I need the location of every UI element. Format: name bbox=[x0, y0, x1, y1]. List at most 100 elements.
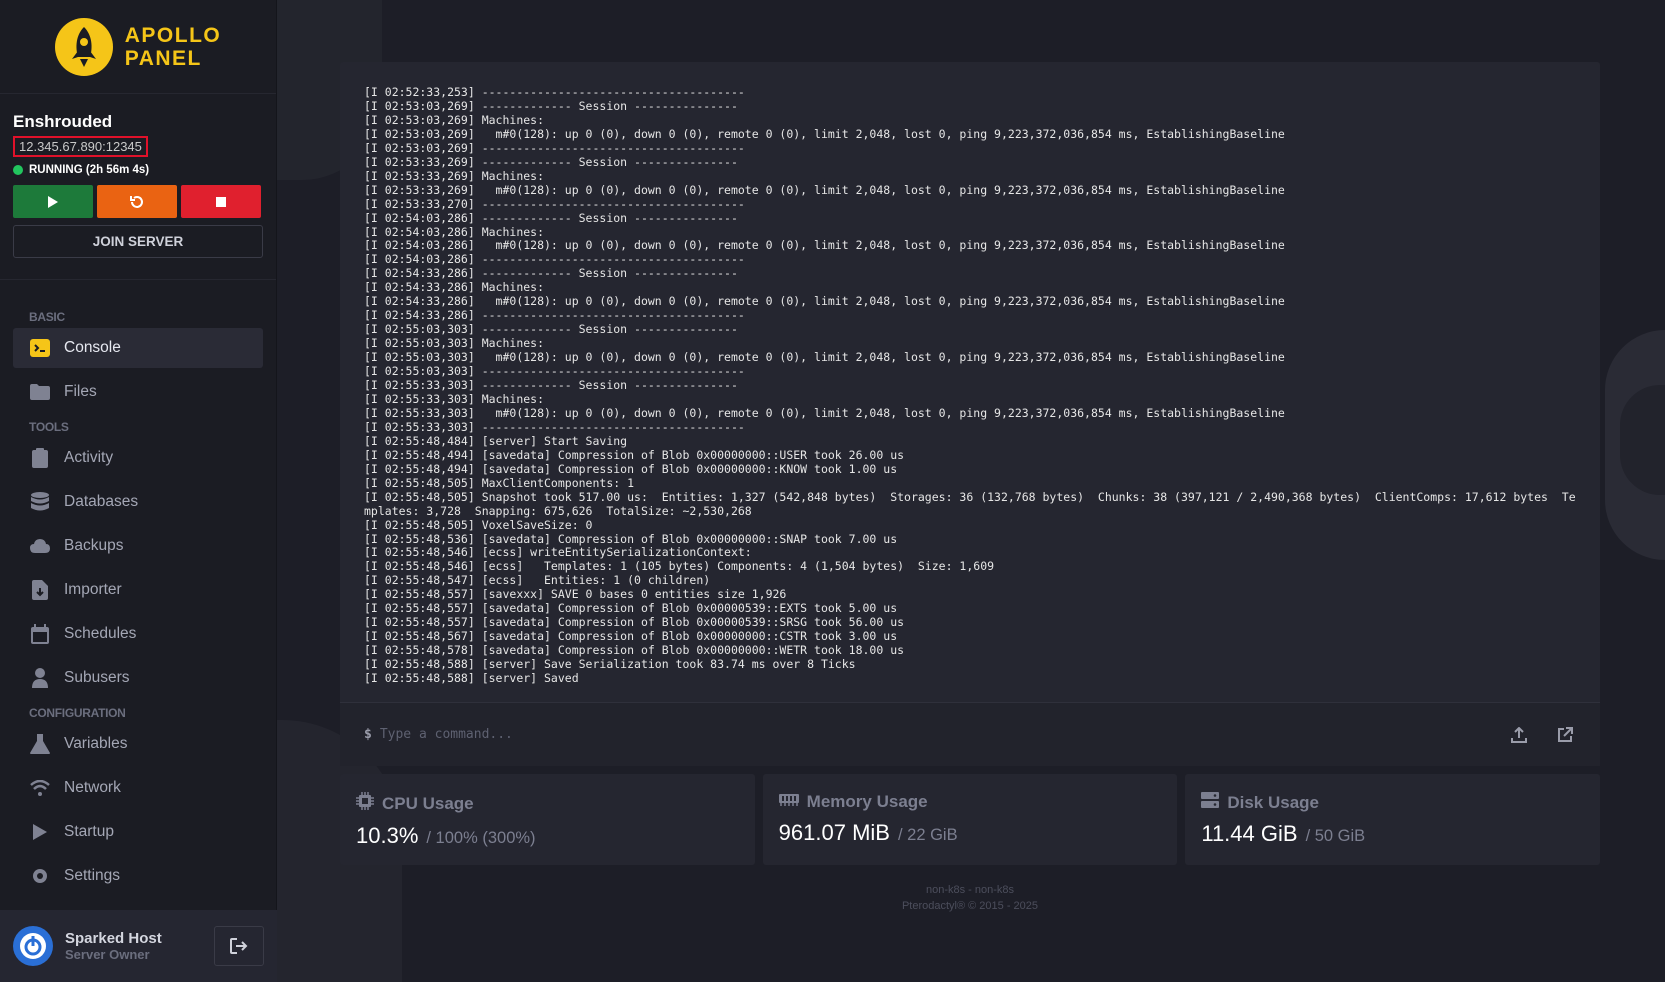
command-prompt: $ bbox=[364, 727, 372, 742]
gear-icon bbox=[30, 866, 50, 886]
sidebar-item-databases[interactable]: Databases bbox=[13, 482, 263, 522]
console-line: [I 02:54:03,286] -----------------------… bbox=[364, 252, 745, 267]
footer-line-1: non-k8s - non-k8s bbox=[925, 884, 1015, 896]
console-line: [I 02:52:33,253] -----------------------… bbox=[364, 85, 745, 99]
sidebar: APOLLO PANEL Enshrouded 12.345.67.890:12… bbox=[0, 0, 277, 982]
sidebar-item-label: Subusers bbox=[64, 669, 130, 686]
resource-stats: CPU Usage 10.3% / 100% (300%) Memory Usa… bbox=[340, 774, 1601, 865]
sidebar-item-startup[interactable]: Startup bbox=[13, 812, 263, 852]
brand-line-2: PANEL bbox=[124, 46, 202, 70]
memory-icon bbox=[778, 792, 799, 812]
restart-button[interactable] bbox=[97, 185, 177, 218]
sidebar-item-network[interactable]: Network bbox=[13, 768, 263, 808]
status-dot-icon bbox=[13, 165, 23, 175]
cpu-icon bbox=[356, 792, 374, 815]
user-info: Sparked Host Server Owner bbox=[65, 930, 162, 962]
sidebar-item-settings[interactable]: Settings bbox=[13, 856, 263, 896]
console-line: [I 02:53:03,269] ------------- Session -… bbox=[364, 98, 738, 113]
console-line: [I 02:55:03,303] -----------------------… bbox=[364, 364, 745, 379]
console-line: [I 02:55:48,505] Snapshot took 517.00 us… bbox=[364, 489, 1576, 518]
nav-section-tools: TOOLS bbox=[29, 420, 69, 434]
logout-button[interactable] bbox=[214, 926, 264, 966]
sidebar-item-backups[interactable]: Backups bbox=[13, 526, 263, 566]
sidebar-item-importer[interactable]: Importer bbox=[13, 570, 263, 610]
console-line: [I 02:55:33,303] -----------------------… bbox=[364, 419, 745, 434]
console-line: [I 02:55:33,303] ------------- Session -… bbox=[364, 378, 738, 393]
server-address[interactable]: 12.345.67.890:12345 bbox=[13, 136, 148, 157]
disk-usage-card: Disk Usage 11.44 GiB / 50 GiB bbox=[1185, 774, 1601, 865]
power-controls bbox=[13, 185, 263, 218]
command-input[interactable] bbox=[379, 727, 1484, 742]
logout-icon bbox=[230, 938, 248, 954]
stat-header: Disk Usage bbox=[1201, 792, 1584, 813]
file-import-icon bbox=[30, 580, 50, 600]
console-line: [I 02:55:33,303] Machines: bbox=[364, 391, 545, 406]
server-name: Enshrouded bbox=[13, 112, 113, 131]
server-info: Enshrouded 12.345.67.890:12345 RUNNING (… bbox=[0, 94, 276, 280]
stat-label: CPU Usage bbox=[382, 793, 474, 813]
sidebar-item-label: Schedules bbox=[64, 625, 137, 642]
console-line: [I 02:55:48,557] [savexxx] SAVE 0 bases … bbox=[364, 587, 787, 602]
cpu-usage-value: 10.3% bbox=[356, 823, 419, 848]
user-name: Sparked Host bbox=[65, 930, 162, 947]
console-line: [I 02:53:03,269] Machines: bbox=[364, 112, 545, 127]
upload-icon[interactable] bbox=[1508, 724, 1530, 746]
sidebar-item-schedules[interactable]: Schedules bbox=[13, 614, 263, 654]
user-icon bbox=[30, 668, 50, 688]
hard-drive-icon bbox=[1201, 792, 1220, 813]
console-line: [I 02:55:48,557] [savedata] Compression … bbox=[364, 615, 905, 630]
server-status-text: RUNNING (2h 56m 4s) bbox=[29, 164, 150, 176]
sidebar-item-label: Backups bbox=[64, 537, 124, 554]
console-line: [I 02:55:48,505] VoxelSaveSize: 0 bbox=[364, 517, 593, 532]
console-line: [I 02:54:33,286] ------------- Session -… bbox=[364, 266, 738, 281]
command-bar: $ bbox=[340, 702, 1600, 766]
sidebar-item-files[interactable]: Files bbox=[13, 372, 263, 412]
console-line: [I 02:55:48,567] [savedata] Compression … bbox=[364, 629, 898, 644]
play-icon bbox=[30, 822, 50, 842]
avatar[interactable] bbox=[13, 926, 53, 966]
sidebar-item-activity[interactable]: Activity bbox=[13, 438, 263, 478]
console-line: [I 02:55:48,557] [savedata] Compression … bbox=[364, 601, 898, 616]
console-line: [I 02:54:33,286] Machines: bbox=[364, 280, 545, 295]
nav-section-configuration: CONFIGURATION bbox=[29, 706, 126, 720]
external-link-icon[interactable] bbox=[1554, 724, 1576, 746]
console-line: [I 02:55:48,547] [ecss] Entities: 1 (0 c… bbox=[364, 573, 711, 588]
console-log: [I 02:52:33,253] -----------------------… bbox=[340, 62, 1600, 686]
sidebar-item-label: Activity bbox=[64, 449, 114, 466]
start-button[interactable] bbox=[13, 185, 93, 218]
sidebar-item-console[interactable]: Console bbox=[13, 328, 263, 368]
power-icon bbox=[20, 933, 46, 959]
console-line: [I 02:55:48,505] MaxClientComponents: 1 bbox=[364, 475, 635, 490]
server-status: RUNNING (2h 56m 4s) bbox=[13, 164, 263, 176]
clipboard-icon bbox=[30, 448, 50, 468]
memory-usage-card: Memory Usage 961.07 MiB / 22 GiB bbox=[762, 774, 1178, 865]
console-line: [I 02:55:33,303] m#0(128): up 0 (0), dow… bbox=[364, 405, 1285, 420]
sidebar-item-subusers[interactable]: Subusers bbox=[13, 658, 263, 698]
user-role: Server Owner bbox=[65, 947, 150, 962]
restart-icon bbox=[130, 195, 143, 208]
disk-usage-value: 11.44 GiB bbox=[1201, 821, 1298, 846]
brand[interactable]: APOLLO PANEL bbox=[0, 0, 276, 94]
console-line: [I 02:55:03,303] ------------- Session -… bbox=[364, 322, 738, 337]
calendar-icon bbox=[30, 624, 50, 644]
sidebar-item-variables[interactable]: Variables bbox=[13, 724, 263, 764]
play-icon bbox=[48, 195, 58, 208]
console-output[interactable]: [I 02:52:33,253] -----------------------… bbox=[340, 62, 1600, 702]
console-line: [I 02:55:48,588] [server] Saved bbox=[364, 671, 579, 686]
console-line: [I 02:55:48,546] [ecss] Templates: 1 (10… bbox=[364, 559, 995, 574]
join-server-button[interactable]: JOIN SERVER bbox=[13, 225, 263, 258]
console-line: [I 02:53:33,269] m#0(128): up 0 (0), dow… bbox=[364, 182, 1285, 197]
stop-button[interactable] bbox=[181, 185, 261, 218]
stat-label: Memory Usage bbox=[806, 792, 928, 811]
folder-icon bbox=[30, 382, 50, 402]
sidebar-item-label: Network bbox=[64, 779, 121, 796]
console-line: [I 02:55:48,484] [server] Start Saving bbox=[364, 433, 628, 448]
cpu-usage-limit: / 100% (300%) bbox=[426, 829, 536, 847]
sidebar-item-label: Databases bbox=[64, 493, 139, 510]
wifi-icon bbox=[30, 778, 50, 798]
memory-usage-limit: / 22 GiB bbox=[897, 826, 958, 844]
stat-header: CPU Usage bbox=[356, 792, 739, 815]
console-line: [I 02:55:48,494] [savedata] Compression … bbox=[364, 447, 905, 462]
cpu-usage-card: CPU Usage 10.3% / 100% (300%) bbox=[340, 774, 755, 865]
console-line: [I 02:55:03,303] Machines: bbox=[364, 336, 545, 351]
